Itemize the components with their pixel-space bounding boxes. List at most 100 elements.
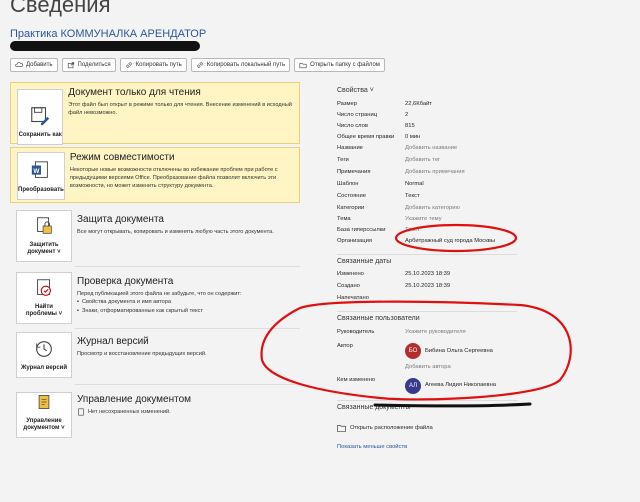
manage-text-row: Нет несохраненных изменений.	[77, 408, 191, 416]
people-header: Связанные пользователи	[337, 315, 420, 322]
date-label-created: Создано	[337, 283, 360, 289]
list-item: ▪ Знаки, отформатированные как скрытый те…	[77, 308, 204, 315]
compat-card: W Преобразовать Режим совместимости Неко…	[10, 147, 300, 203]
check-issues-button[interactable]: Найти проблемы ˅	[16, 272, 72, 324]
divider	[75, 266, 300, 267]
prop-value-hyperlink-base[interactable]: Текст	[405, 227, 420, 233]
divider	[75, 328, 300, 329]
date-value-created: 25.10.2023 18:39	[405, 283, 451, 289]
prop-value-template: Normal	[405, 181, 424, 187]
dates-header: Связанные даты	[337, 258, 392, 265]
prop-value-status[interactable]: Текст	[405, 193, 420, 199]
open-location-label: Открыть расположение файла	[350, 425, 433, 431]
share-button-label: Поделиться	[77, 62, 111, 68]
prop-label-categories: Категории	[337, 205, 365, 211]
date-value-modified: 25.10.2023 18:39	[405, 271, 451, 277]
protect-label-2: документ	[27, 248, 56, 255]
word-convert-icon: W	[31, 161, 48, 178]
add-button-label: Добавить	[26, 62, 53, 68]
prop-value-categories[interactable]: Добавить категорию	[405, 205, 460, 211]
people-value-manager[interactable]: Укажите руководителя	[405, 329, 466, 335]
show-fewer-properties-link[interactable]: Показать меньше свойств	[337, 444, 407, 450]
version-history-button[interactable]: Журнал версий	[16, 332, 72, 378]
lock-icon	[37, 216, 52, 234]
copy-local-path-label: Копировать локальный путь	[206, 62, 286, 68]
protect-document-button[interactable]: Защитить документ ˅	[16, 210, 72, 262]
avatar: БО	[405, 343, 421, 359]
document-icon	[78, 408, 84, 416]
protect-card: Защитить документ ˅ Защита документа Все…	[10, 210, 300, 266]
link-icon	[126, 62, 132, 68]
prop-label-company: Организация	[337, 238, 372, 244]
open-folder-button[interactable]: Открыть папку с файлом	[294, 58, 385, 72]
prop-label-size: Размер	[337, 101, 357, 107]
date-label-printed: Напечатано	[337, 295, 369, 301]
page-title: Сведения	[10, 0, 111, 17]
protect-label-1: Защитить	[29, 241, 59, 248]
manage-label-2: документом	[23, 424, 60, 431]
compat-text: Некоторые новые возможности отключены во…	[69, 167, 278, 190]
share-button[interactable]: Поделиться	[61, 58, 116, 72]
prop-value-subject[interactable]: Укажите тему	[405, 216, 442, 222]
add-author-link[interactable]: Добавить автора	[405, 364, 451, 370]
copy-local-path-button[interactable]: Копировать локальный путь	[190, 58, 291, 72]
check-issues-label-2: проблемы	[25, 310, 57, 317]
author-name[interactable]: Бибина Ольга Сергеевна	[425, 348, 493, 354]
prop-value-company[interactable]: Арбитражный суд города Москвы	[405, 238, 495, 244]
add-button[interactable]: Добавить	[10, 58, 58, 72]
chevron-down-icon: ˅	[61, 424, 65, 431]
manage-text: Нет несохраненных изменений.	[88, 409, 171, 415]
convert-label: Преобразовать	[18, 186, 64, 193]
divider	[75, 384, 300, 385]
check-issues-label-1: Найти	[35, 303, 53, 310]
version-history-label: Журнал версий	[20, 364, 68, 371]
prop-value-tags[interactable]: Добавить тег	[405, 157, 440, 163]
link-icon	[197, 62, 203, 68]
convert-button[interactable]: W Преобразовать	[17, 152, 65, 200]
copy-path-button[interactable]: Копировать путь	[119, 58, 187, 72]
prop-value-size: 22,6Кбайт	[405, 101, 432, 107]
document-title: Практика КОММУНАЛКА АРЕНДАТОР	[10, 28, 207, 40]
toolbar: Добавить Поделиться Копировать путь Копи…	[10, 58, 385, 72]
properties-header[interactable]: Свойства ˅	[337, 87, 374, 94]
modified-by-name[interactable]: Агеева Лидия Николаевна	[425, 382, 496, 388]
prop-value-words: 815	[405, 123, 415, 129]
manage-label-1: Управление	[26, 417, 62, 424]
prop-label-words: Число слов	[337, 123, 368, 129]
prop-label-status: Состояние	[337, 193, 366, 199]
related-docs-header: Связанные документы	[337, 404, 411, 411]
versions-text: Просмотр и восстановление предыдущих вер…	[77, 351, 207, 357]
chevron-down-icon: ˅	[58, 310, 63, 317]
avatar: АЛ	[405, 378, 421, 394]
prop-label-template: Шаблон	[337, 181, 359, 187]
protect-heading: Защита документа	[77, 214, 164, 225]
save-as-button[interactable]: Сохранить как	[17, 89, 64, 145]
prop-label-name: Название	[337, 145, 363, 151]
prop-label-tags: Теги	[337, 157, 349, 163]
prop-value-pages: 2	[405, 112, 409, 118]
copy-path-label: Копировать путь	[135, 62, 182, 68]
prop-value-name[interactable]: Добавить название	[405, 145, 457, 151]
folder-icon	[337, 424, 346, 432]
manage-document-button[interactable]: Управление документом ˅	[16, 392, 72, 438]
history-icon	[36, 340, 52, 357]
readonly-heading: Документ только для чтения	[68, 87, 201, 98]
prop-value-comments[interactable]: Добавить примечания	[405, 169, 465, 175]
divider	[337, 400, 517, 401]
inspect-card: Найти проблемы ˅ Проверка документа Пере…	[10, 272, 300, 328]
divider	[337, 311, 517, 312]
inspect-document-icon	[37, 278, 51, 296]
versions-card: Журнал версий Журнал версий Просмотр и в…	[10, 332, 300, 382]
inspect-text: Перед публикацией этого файла не забудьт…	[77, 291, 242, 297]
compat-heading: Режим совместимости	[69, 152, 175, 163]
manage-document-icon	[38, 395, 50, 409]
readonly-text: Этот файл был открыт в режиме только для…	[68, 102, 292, 117]
open-folder-label: Открыть папку с файлом	[310, 62, 380, 68]
open-location-link[interactable]: Открыть расположение файла	[337, 424, 433, 432]
cloud-upload-icon	[15, 62, 23, 67]
inspect-heading: Проверка документа	[77, 276, 174, 287]
prop-label-subject: Тема	[337, 216, 351, 222]
readonly-card: Сохранить как Документ только для чтения…	[10, 82, 300, 145]
date-label-modified: Изменено	[337, 271, 364, 277]
chevron-down-icon: ˅	[57, 248, 61, 255]
